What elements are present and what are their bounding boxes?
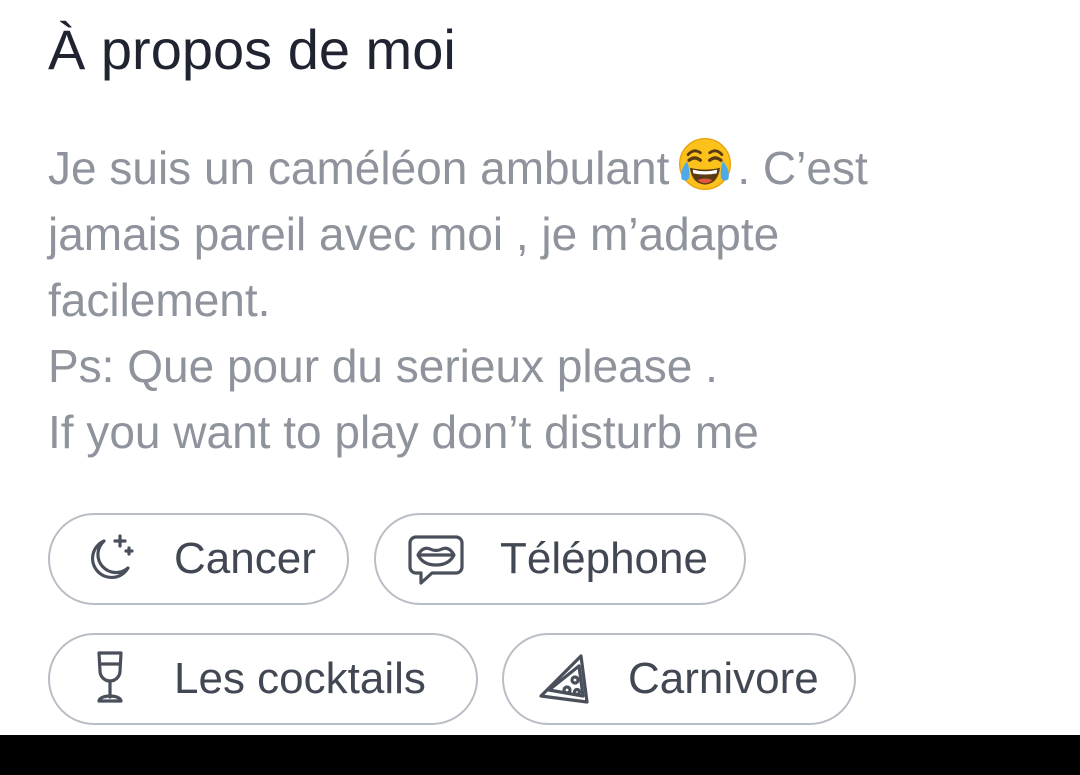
bio-line-1-end: . C’est: [737, 142, 868, 194]
pizza-slice-icon: [534, 649, 594, 709]
tag-chip-carnivore[interactable]: Carnivore: [502, 633, 856, 725]
bio-line-1: Je suis un caméléon ambulant . C’est: [48, 134, 1048, 201]
tag-chip-cancer[interactable]: Cancer: [48, 513, 349, 605]
tag-label: Les cocktails: [174, 654, 426, 703]
about-me-card: À propos de moi Je suis un caméléon ambu…: [0, 0, 1080, 735]
tag-label: Téléphone: [500, 534, 708, 583]
tag-label: Carnivore: [628, 654, 819, 703]
moon-stars-icon: [80, 529, 140, 589]
face-with-tears-of-joy-icon: [679, 137, 732, 191]
tag-chip-telephone[interactable]: Téléphone: [374, 513, 746, 605]
bio-line-5: If you want to play don’t disturb me: [48, 406, 759, 458]
section-title: À propos de moi: [48, 18, 456, 81]
tag-label: Cancer: [174, 534, 316, 583]
tag-chip-cocktails[interactable]: Les cocktails: [48, 633, 478, 725]
bio-line-3: facilement.: [48, 274, 271, 326]
bio-line-1-start: Je suis un caméléon ambulant: [48, 142, 670, 194]
bio-line-2: jamais pareil avec moi , je m’adapte: [48, 208, 780, 260]
bottom-black-bar: [0, 735, 1080, 775]
wine-glass-icon: [80, 649, 140, 709]
speech-bubble-lips-icon: [406, 529, 466, 589]
bio-text: Je suis un caméléon ambulant . C’est jam…: [48, 134, 1048, 465]
bio-line-4: Ps: Que pour du serieux please .: [48, 340, 718, 392]
